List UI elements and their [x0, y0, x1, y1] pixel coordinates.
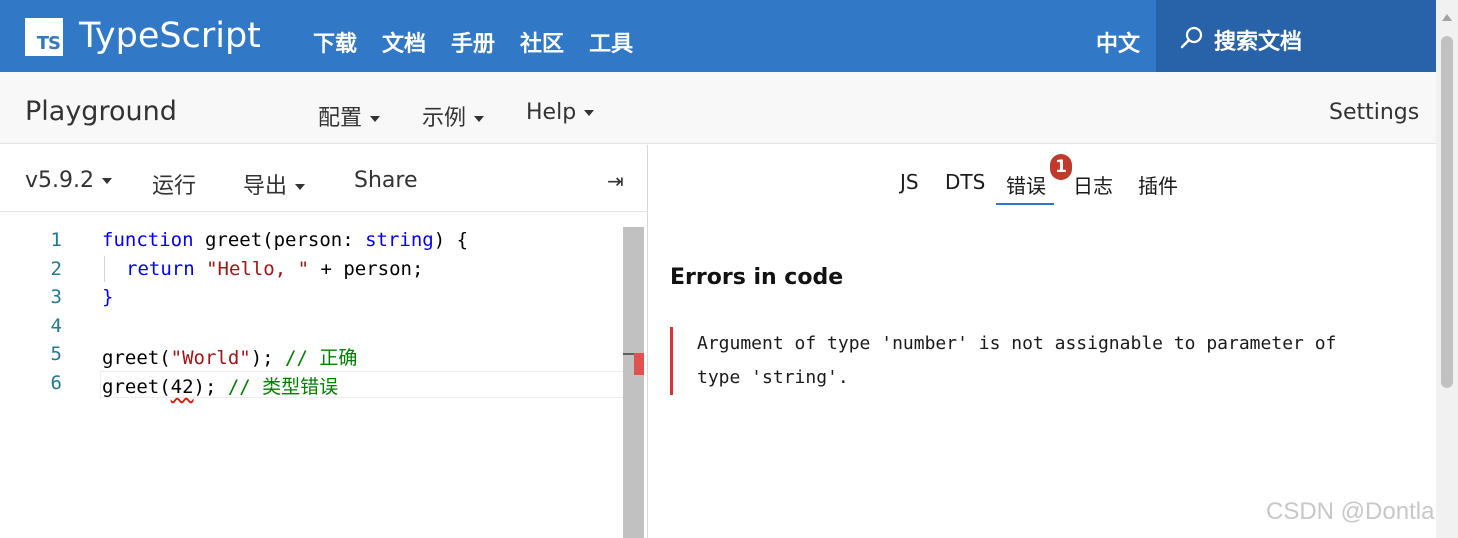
type-keyword: string: [365, 229, 434, 251]
tab-plugins[interactable]: 插件: [1138, 170, 1178, 199]
string-literal: "World": [170, 347, 251, 369]
nav-link-tools[interactable]: 工具: [589, 26, 633, 58]
code-text: greet(: [102, 376, 171, 398]
top-navigation: TS TypeScript 下载 文档 手册 社区 工具 中文 搜索文档: [0, 0, 1436, 72]
version-select[interactable]: v5.9.2: [25, 168, 112, 193]
error-message-line: type 'string'.: [697, 367, 849, 388]
code-text: );: [250, 347, 286, 369]
typescript-logo[interactable]: TS: [25, 18, 63, 56]
nav-link-handbook[interactable]: 手册: [451, 26, 495, 58]
export-menu[interactable]: 导出: [243, 168, 306, 200]
errors-heading: Errors in code: [670, 265, 844, 290]
search-docs-button[interactable]: 搜索文档: [1156, 0, 1436, 72]
chevron-down-icon: [370, 116, 381, 122]
language-switch[interactable]: 中文: [1096, 26, 1140, 58]
editor-pane: v5.9.2 运行 导出 Share ⇥ 1 2 3 4 5 6 functio…: [0, 145, 648, 538]
nav-link-download[interactable]: 下载: [313, 26, 357, 58]
keyword: return: [126, 258, 195, 280]
line-number: 2: [50, 258, 62, 280]
line-number: 4: [50, 315, 62, 337]
code-line: greet("World"); // 正确: [102, 343, 357, 370]
nav-link-docs[interactable]: 文档: [382, 26, 426, 58]
tab-js[interactable]: JS: [900, 170, 919, 194]
indent-guide: [104, 256, 105, 282]
chevron-down-icon: [474, 116, 485, 122]
help-menu-label: Help: [526, 100, 577, 125]
collapse-panel-icon[interactable]: ⇥: [607, 169, 624, 194]
code-text: greet(: [102, 347, 171, 369]
chevron-down-icon: [295, 184, 306, 190]
code-text: + person;: [309, 258, 424, 280]
tab-logs[interactable]: 日志: [1073, 170, 1113, 199]
error-message[interactable]: Argument of type 'number' is not assigna…: [670, 327, 1410, 395]
error-squiggle-number[interactable]: 42: [171, 376, 194, 398]
export-label: 导出: [243, 174, 288, 199]
help-menu[interactable]: Help: [526, 100, 595, 125]
page-title: Playground: [25, 96, 177, 127]
line-number: 6: [50, 372, 62, 394]
line-number: 1: [50, 229, 62, 251]
error-message-line: Argument of type 'number' is not assigna…: [697, 333, 1337, 354]
line-number: 3: [50, 286, 62, 308]
scroll-up-arrow-icon[interactable]: [1442, 14, 1452, 21]
tab-dts[interactable]: DTS: [945, 170, 985, 194]
code-line: return "Hello, " + person;: [126, 258, 423, 280]
share-button[interactable]: Share: [354, 168, 418, 193]
comment: // 正确: [285, 347, 358, 369]
search-docs-label: 搜索文档: [1214, 30, 1303, 55]
code-editor[interactable]: 1 2 3 4 5 6 function greet(person: strin…: [0, 213, 648, 538]
search-icon: [1180, 26, 1203, 49]
logo-text: TS: [36, 33, 61, 54]
tab-errors[interactable]: 错误: [996, 170, 1054, 205]
run-button[interactable]: 运行: [152, 168, 196, 200]
examples-menu[interactable]: 示例: [422, 100, 485, 132]
playground-header: Playground 配置 示例 Help Settings: [0, 72, 1436, 144]
editor-toolbar: v5.9.2 运行 导出 Share ⇥: [0, 145, 648, 212]
comment: // 类型错误: [227, 376, 339, 398]
error-count-badge: 1: [1050, 154, 1072, 180]
scrollbar-thumb[interactable]: [1441, 36, 1453, 388]
editor-scrollbar[interactable]: [623, 227, 644, 538]
code-text: );: [193, 376, 228, 398]
version-label: v5.9.2: [25, 168, 94, 193]
examples-menu-label: 示例: [422, 106, 467, 131]
code-line: greet(42); // 类型错误: [102, 372, 338, 399]
nav-links: 下载 文档 手册 社区 工具: [313, 26, 633, 58]
nav-link-community[interactable]: 社区: [520, 26, 564, 58]
config-menu[interactable]: 配置: [318, 100, 381, 132]
code-text: ) {: [433, 229, 469, 251]
brand-name[interactable]: TypeScript: [79, 16, 261, 56]
page-scrollbar[interactable]: [1436, 0, 1458, 538]
code-text: greet(person:: [193, 229, 366, 251]
string-literal: "Hello, ": [206, 258, 310, 280]
keyword: function: [102, 229, 194, 251]
code-line: }: [102, 286, 114, 308]
settings-link[interactable]: Settings: [1329, 100, 1419, 125]
line-number: 5: [50, 343, 62, 365]
chevron-down-icon: [102, 178, 112, 184]
output-pane: JS DTS 错误 日志 插件 1 Errors in code Argumen…: [649, 145, 1436, 538]
chevron-down-icon: [584, 110, 595, 116]
code-line: function greet(person: string) {: [102, 229, 468, 251]
scrollbar-error-marker: [634, 353, 644, 375]
config-menu-label: 配置: [318, 106, 363, 131]
watermark: CSDN @Dontla: [1266, 498, 1435, 525]
output-tabs: JS DTS 错误 日志 插件: [649, 170, 1436, 205]
